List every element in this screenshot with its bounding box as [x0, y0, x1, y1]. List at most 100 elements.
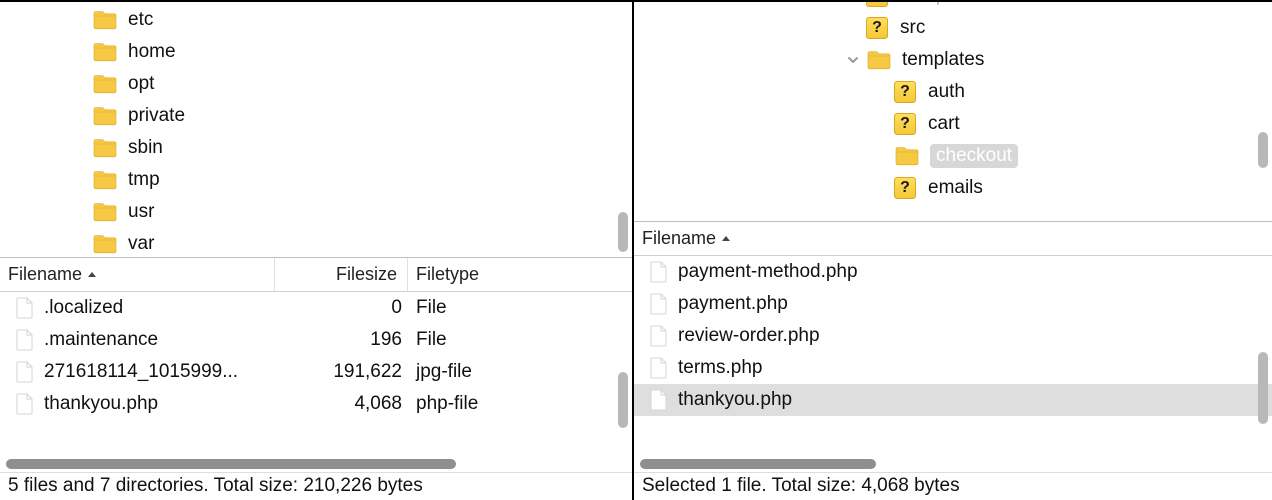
tree-item[interactable]: ? sample-data	[634, 0, 1272, 12]
table-row[interactable]: payment.php	[634, 288, 1272, 320]
filename-label: .localized	[44, 297, 123, 319]
cell-filetype: jpg-file	[412, 361, 632, 383]
table-row[interactable]: thankyou.php 4,068php-file	[0, 388, 632, 420]
tree-item[interactable]: usr	[0, 196, 632, 228]
filename-label: thankyou.php	[678, 389, 792, 411]
tree-item[interactable]: private	[0, 100, 632, 132]
tree-item[interactable]: opt	[0, 68, 632, 100]
tree-item[interactable]: ? src	[634, 12, 1272, 44]
tree-item-label: src	[900, 17, 925, 39]
unknown-folder-icon: ?	[894, 177, 916, 199]
file-icon	[12, 361, 38, 383]
folder-icon	[92, 201, 118, 223]
remote-tree[interactable]: ? sample-data? src templates ?auth?cart check…	[634, 0, 1272, 222]
file-icon	[646, 293, 672, 315]
filename-label: terms.php	[678, 357, 762, 379]
unknown-folder-icon: ?	[866, 17, 888, 39]
column-filesize[interactable]: Filesize	[275, 258, 408, 291]
column-label: Filesize	[336, 264, 397, 285]
tree-item-label: sbin	[128, 137, 163, 159]
cell-filesize: 4,068	[279, 393, 412, 415]
tree-item[interactable]: sbin	[0, 132, 632, 164]
cell-filetype: File	[412, 297, 632, 319]
local-file-list: Filename Filesize Filetype .localized0Fi…	[0, 258, 632, 472]
folder-icon	[866, 49, 892, 71]
table-row[interactable]: .maintenance196File	[0, 324, 632, 356]
scrollbar-horizontal[interactable]	[0, 456, 632, 472]
sort-ascending-icon	[720, 233, 732, 245]
chevron-down-icon[interactable]	[844, 51, 862, 69]
scrollbar-vertical[interactable]	[618, 372, 628, 428]
tree-item[interactable]: templates	[634, 44, 1272, 76]
folder-icon	[92, 9, 118, 31]
file-icon	[646, 357, 672, 379]
tree-item[interactable]: ? emails	[634, 172, 1272, 204]
filename-label: payment.php	[678, 293, 788, 315]
file-icon	[646, 325, 672, 347]
folder-icon	[92, 73, 118, 95]
column-filetype[interactable]: Filetype	[408, 258, 632, 291]
tree-item-label: tmp	[128, 169, 160, 191]
remote-file-list: Filename payment-method.php payment.php re…	[634, 222, 1272, 472]
remote-pane: ? sample-data? src templates ?auth?cart check…	[634, 0, 1272, 500]
scrollbar-vertical[interactable]	[618, 212, 628, 252]
folder-icon	[894, 145, 920, 167]
folder-icon	[92, 105, 118, 127]
filename-label: thankyou.php	[44, 393, 158, 415]
scrollbar-vertical[interactable]	[1258, 352, 1268, 424]
tree-item[interactable]: tmp	[0, 164, 632, 196]
cell-filename: 271618114_1015999...	[8, 361, 279, 383]
tree-item[interactable]: home	[0, 36, 632, 68]
column-filename[interactable]: Filename	[634, 222, 1272, 255]
file-icon	[646, 261, 672, 283]
tree-item-label: checkout	[930, 144, 1018, 168]
tree-item[interactable]: ?auth	[634, 76, 1272, 108]
file-icon	[12, 393, 38, 415]
cell-filename: .maintenance	[8, 329, 279, 351]
tree-item[interactable]: checkout	[634, 140, 1272, 172]
tree-item[interactable]: etc	[0, 4, 632, 36]
column-filename[interactable]: Filename	[0, 258, 275, 291]
status-bar: Selected 1 file. Total size: 4,068 bytes	[634, 472, 1272, 500]
filename-label: payment-method.php	[678, 261, 858, 283]
folder-icon	[92, 233, 118, 255]
folder-icon	[92, 137, 118, 159]
table-row[interactable]: .localized 0File	[0, 292, 632, 324]
cell-filename: payment-method.php	[642, 261, 1272, 283]
cell-filetype: php-file	[412, 393, 632, 415]
unknown-folder-icon: ?	[894, 113, 916, 135]
sort-ascending-icon	[86, 269, 98, 281]
scrollbar-horizontal[interactable]	[634, 456, 1272, 472]
unknown-folder-icon: ?	[894, 81, 916, 103]
tree-item-label: emails	[928, 177, 983, 199]
table-row[interactable]: payment-method.php	[634, 256, 1272, 288]
table-row[interactable]: thankyou.php	[634, 384, 1272, 416]
cell-filetype: File	[412, 329, 632, 351]
cell-filename: thankyou.php	[642, 389, 1272, 411]
cell-filename: payment.php	[642, 293, 1272, 315]
tree-item-label: templates	[902, 49, 984, 71]
local-tree[interactable]: etc home optprivate sbin tmp usr var	[0, 0, 632, 258]
tree-item[interactable]: var	[0, 228, 632, 258]
unknown-folder-icon: ?	[866, 0, 888, 7]
scrollbar-vertical[interactable]	[1258, 132, 1268, 168]
column-label: Filename	[8, 264, 82, 285]
folder-icon	[92, 41, 118, 63]
status-bar: 5 files and 7 directories. Total size: 2…	[0, 472, 632, 500]
cell-filesize: 196	[279, 329, 412, 351]
tree-item[interactable]: ?cart	[634, 108, 1272, 140]
tree-item-label: usr	[128, 201, 154, 223]
cell-filename: review-order.php	[642, 325, 1272, 347]
tree-item-label: home	[128, 41, 176, 63]
tree-item-label: sample-data	[900, 0, 1005, 7]
cell-filename: thankyou.php	[8, 393, 279, 415]
file-list-header: Filename Filesize Filetype	[0, 258, 632, 292]
folder-icon	[92, 169, 118, 191]
table-row[interactable]: 271618114_1015999...191,622jpg-file	[0, 356, 632, 388]
filename-label: review-order.php	[678, 325, 820, 347]
table-row[interactable]: terms.php	[634, 352, 1272, 384]
table-row[interactable]: review-order.php	[634, 320, 1272, 352]
tree-item-label: etc	[128, 9, 153, 31]
cell-filesize: 0	[279, 297, 412, 319]
local-pane: etc home optprivate sbin tmp usr var Filename …	[0, 0, 634, 500]
